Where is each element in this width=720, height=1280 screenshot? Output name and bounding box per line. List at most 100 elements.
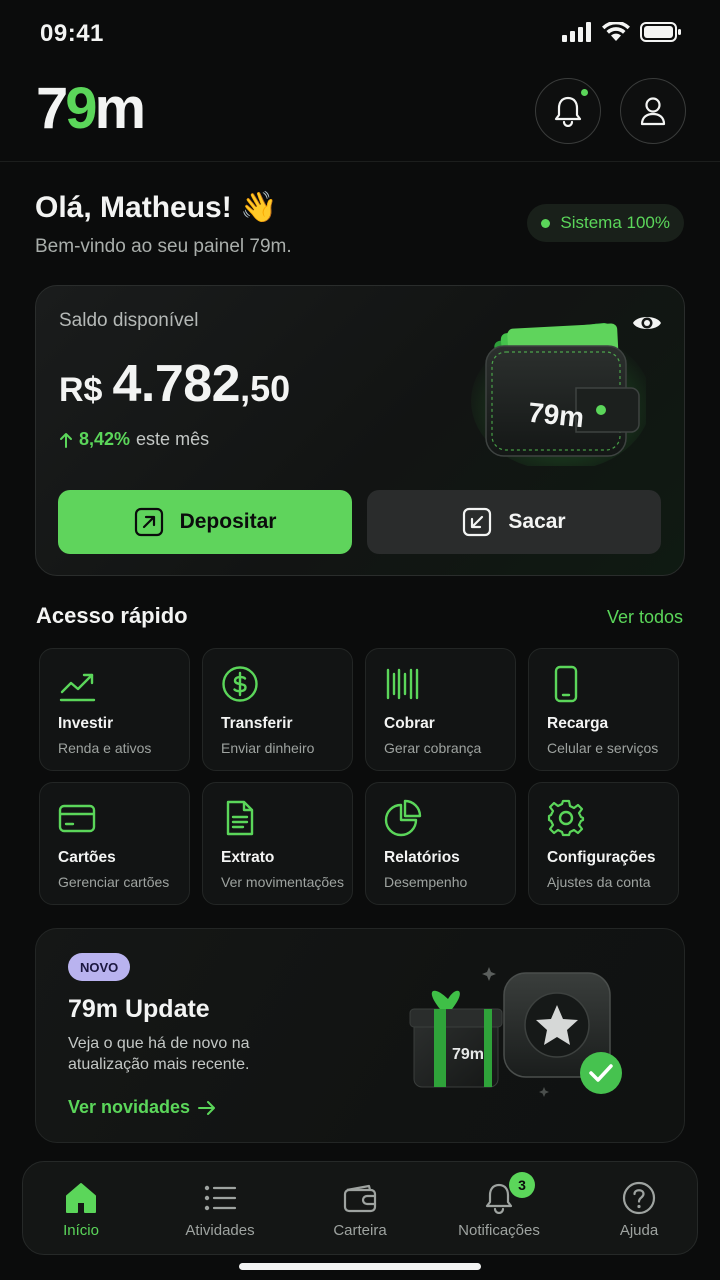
gear-icon	[547, 799, 585, 837]
home-indicator	[239, 1263, 481, 1270]
trending-up-icon	[59, 673, 96, 702]
arrow-right-icon	[198, 1100, 216, 1115]
quick-reports[interactable]: Relatórios Desempenho	[365, 782, 516, 905]
help-icon-wrap	[621, 1180, 657, 1216]
balance-change: 8,42% este mês	[59, 429, 209, 450]
tile-subtitle: Celular e serviços	[547, 740, 659, 756]
tile-title: Extrato	[221, 849, 275, 866]
see-all-link[interactable]: Ver todos	[607, 607, 683, 628]
balance-amount: R$ 4.782 ,50	[59, 354, 290, 414]
tile-subtitle: Ver movimentações	[221, 874, 344, 890]
arrow-up-right-icon	[134, 507, 163, 537]
withdraw-button[interactable]: Sacar	[367, 490, 661, 554]
balance-card: Saldo disponível R$ 4.782 ,50 8,42% este…	[35, 285, 685, 576]
arrow-up-icon	[60, 432, 72, 448]
tab-label: Ajuda	[619, 1222, 659, 1239]
list-icon-wrap	[202, 1180, 238, 1216]
status-time: 09:41	[40, 20, 104, 47]
quick-recharge[interactable]: Recarga Celular e serviços	[528, 648, 679, 771]
tile-title: Cobrar	[384, 715, 435, 732]
tile-title: Transferir	[221, 715, 293, 732]
tile-subtitle: Enviar dinheiro	[221, 740, 315, 756]
promo-title: 79m Update	[68, 995, 210, 1023]
bottom-tab-bar: Início Atividades Carteira 3 Notificaçõe…	[22, 1161, 698, 1255]
greeting-subtitle: Bem-vindo ao seu painel 79m.	[35, 236, 292, 257]
phone-icon	[554, 665, 578, 703]
balance-currency: R$	[59, 371, 103, 409]
quick-cards[interactable]: Cartões Gerenciar cartões	[39, 782, 190, 905]
wallet-brand: 79m	[527, 397, 586, 434]
deposit-button[interactable]: Depositar	[58, 490, 352, 554]
quick-access-title: Acesso rápido	[36, 603, 188, 628]
balance-change-percent: 8,42%	[79, 429, 131, 449]
card-icon	[58, 804, 96, 833]
tab-label: Carteira	[333, 1222, 387, 1239]
tile-subtitle: Desempenho	[384, 874, 468, 890]
home-icon-wrap	[63, 1180, 99, 1216]
tile-subtitle: Ajustes da conta	[547, 874, 651, 890]
balance-integer: 4.782	[112, 355, 241, 413]
balance-change-period: este mês	[136, 429, 210, 449]
status-icons	[562, 22, 682, 42]
greeting-title: Olá, Matheus! 👋	[35, 191, 278, 224]
withdraw-label: Sacar	[508, 510, 566, 533]
tile-title: Investir	[58, 715, 114, 732]
balance-label: Saldo disponível	[59, 310, 199, 331]
tile-title: Recarga	[547, 715, 609, 732]
home-icon	[66, 1183, 96, 1213]
quick-statement[interactable]: Extrato Ver movimentações	[202, 782, 353, 905]
status-dot	[541, 218, 551, 228]
battery-icon	[640, 22, 681, 42]
promo-text: Veja o que há de novo na atualização mai…	[68, 1035, 250, 1073]
wifi-icon	[602, 22, 630, 41]
balance-decimal: ,50	[240, 368, 291, 409]
tile-subtitle: Renda e ativos	[58, 740, 152, 756]
tile-title: Configurações	[547, 849, 656, 866]
status-bar: 09:41	[0, 0, 720, 70]
pie-chart-icon	[384, 799, 422, 837]
tab-notifications[interactable]: 3 Notificações	[439, 1162, 559, 1256]
tile-subtitle: Gerar cobrança	[384, 740, 482, 756]
notification-count-badge: 3	[509, 1172, 535, 1198]
help-icon	[622, 1181, 656, 1215]
deposit-label: Depositar	[179, 510, 277, 533]
gift-brand: 79m	[452, 1046, 484, 1063]
barcode-icon	[386, 668, 419, 700]
quick-charge[interactable]: Cobrar Gerar cobrança	[365, 648, 516, 771]
arrow-down-left-icon	[463, 507, 492, 537]
notifications-button[interactable]	[535, 78, 601, 144]
update-promo-card[interactable]: NOVO 79m Update Veja o que há de novo na…	[35, 928, 685, 1143]
quick-invest[interactable]: Investir Renda e ativos	[39, 648, 190, 771]
tab-label: Atividades	[185, 1222, 255, 1239]
bell-icon	[554, 96, 582, 127]
quick-transfer[interactable]: Transferir Enviar dinheiro	[202, 648, 353, 771]
tile-subtitle: Gerenciar cartões	[58, 874, 170, 890]
bell-icon-wrap: 3	[481, 1172, 535, 1216]
tab-home[interactable]: Início	[21, 1162, 141, 1256]
wallet-illustration: 79m	[471, 322, 646, 466]
tab-activities[interactable]: Atividades	[160, 1162, 280, 1256]
user-icon	[640, 97, 666, 126]
system-status-badge: Sistema 100%	[527, 204, 684, 242]
logo: 79m	[36, 76, 146, 141]
notification-dot	[581, 89, 588, 96]
gift-illustration: 79m	[409, 967, 622, 1097]
list-icon	[204, 1185, 237, 1211]
tile-title: Relatórios	[384, 849, 460, 866]
tile-title: Cartões	[58, 849, 116, 866]
profile-button[interactable]	[620, 78, 686, 144]
tab-label: Início	[63, 1222, 99, 1239]
system-status-text: Sistema 100%	[560, 213, 670, 232]
app-header: 79m	[0, 70, 720, 162]
wallet-icon-wrap	[342, 1180, 378, 1216]
tab-wallet[interactable]: Carteira	[300, 1162, 420, 1256]
document-icon	[226, 800, 254, 836]
tab-help[interactable]: Ajuda	[579, 1162, 699, 1256]
signal-icon	[562, 22, 591, 42]
wallet-icon	[343, 1184, 377, 1213]
promo-link-label: Ver novidades	[68, 1097, 191, 1117]
quick-settings[interactable]: Configurações Ajustes da conta	[528, 782, 679, 905]
see-news-link[interactable]: Ver novidades	[68, 1097, 216, 1118]
dollar-icon	[222, 666, 258, 702]
tab-label: Notificações	[458, 1222, 540, 1239]
